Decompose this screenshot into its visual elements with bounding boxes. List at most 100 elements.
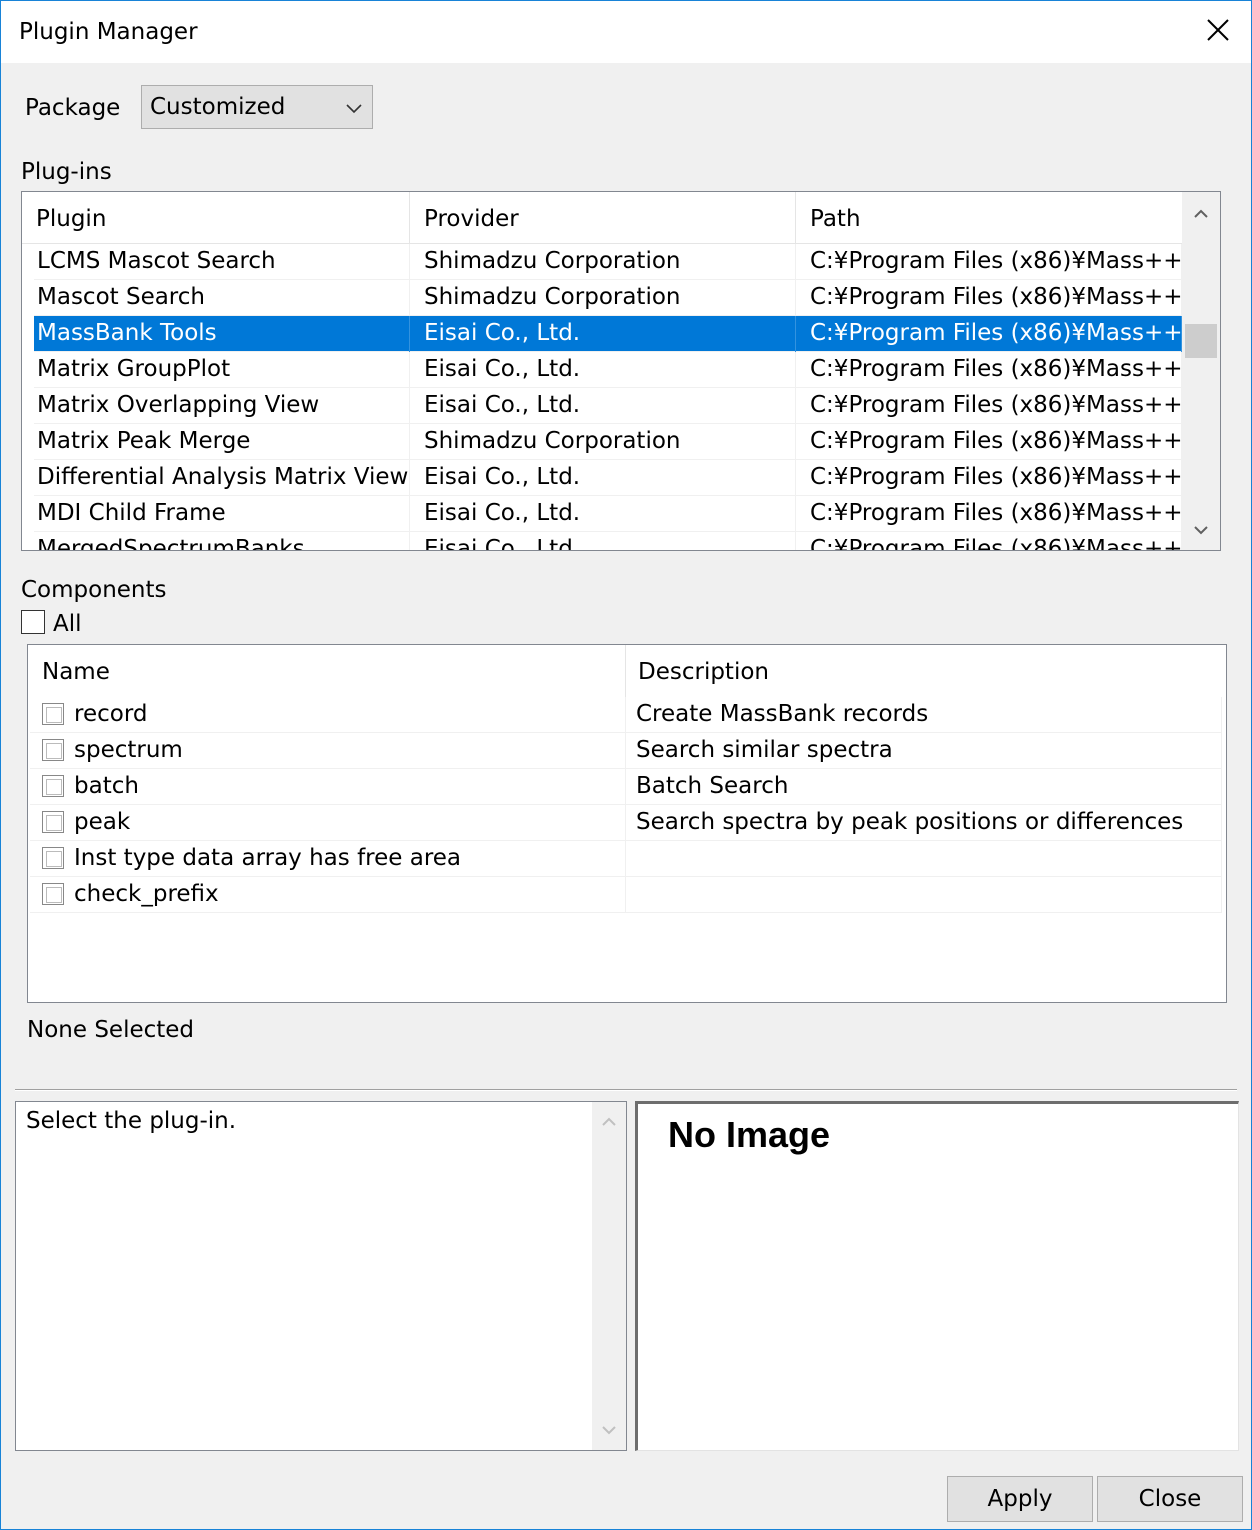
component-row[interactable]: check_prefix bbox=[30, 877, 1222, 913]
all-checkbox[interactable] bbox=[21, 610, 45, 634]
component-row[interactable]: spectrum Search similar spectra bbox=[30, 733, 1222, 769]
column-header-path[interactable]: Path bbox=[796, 192, 1182, 244]
column-header-name[interactable]: Name bbox=[28, 645, 626, 697]
component-checkbox[interactable] bbox=[42, 703, 64, 725]
plugin-provider-cell: Shimadzu Corporation bbox=[410, 280, 796, 316]
plugin-name-cell-text: Differential Analysis Matrix View bbox=[37, 464, 409, 490]
close-icon[interactable] bbox=[1203, 15, 1233, 45]
component-row[interactable]: batch Batch Search bbox=[30, 769, 1222, 805]
package-value: Customized bbox=[150, 94, 286, 120]
column-header-description-label: Description bbox=[638, 659, 769, 685]
plugin-provider-cell-text: Eisai Co., Ltd. bbox=[424, 392, 581, 418]
plugin-row[interactable]: MDI Child Frame Eisai Co., Ltd. C:¥Program… bbox=[34, 496, 1182, 532]
plugin-path-cell: C:¥Program Files (x86)¥Mass++... bbox=[796, 316, 1182, 352]
close-button-label: Close bbox=[1138, 1486, 1202, 1512]
plugin-name-cell: MassBank Tools bbox=[34, 316, 410, 352]
description-text: Select the plug-in. bbox=[26, 1108, 237, 1134]
component-name: peak bbox=[74, 809, 131, 835]
component-description-cell: Search spectra by peak positions or diff… bbox=[626, 805, 1222, 841]
plugin-path-cell: C:¥Program Files (x86)¥Mass++... bbox=[796, 352, 1182, 388]
components-label: Components bbox=[21, 577, 167, 603]
plugin-manager-window: Plugin Manager Package Customized Plug-i… bbox=[0, 0, 1252, 1530]
plugin-name-cell: Matrix Peak Merge bbox=[34, 424, 410, 460]
plugin-path-cell-text: C:¥Program Files (x86)¥Mass++... bbox=[810, 428, 1182, 454]
apply-button-label: Apply bbox=[987, 1486, 1053, 1512]
plugin-image-preview: No Image bbox=[635, 1101, 1239, 1451]
plugin-path-cell-text: C:¥Program Files (x86)¥Mass++... bbox=[810, 464, 1182, 490]
component-name-cell: peak bbox=[30, 805, 626, 841]
chevron-down-icon[interactable] bbox=[1191, 520, 1211, 540]
plugins-scrollbar[interactable] bbox=[1182, 192, 1220, 550]
component-checkbox[interactable] bbox=[42, 883, 64, 905]
component-name-cell: record bbox=[30, 697, 626, 733]
description-scrollbar[interactable] bbox=[592, 1102, 626, 1450]
plugins-scrollbar-thumb[interactable] bbox=[1185, 324, 1217, 358]
plugin-row[interactable]: Mascot Search Shimadzu Corporation C:¥Prog… bbox=[34, 280, 1182, 316]
component-name: Inst type data array has free area bbox=[74, 845, 462, 871]
chevron-down-icon[interactable] bbox=[599, 1420, 619, 1440]
plugin-provider-cell: Shimadzu Corporation bbox=[410, 424, 796, 460]
component-checkbox[interactable] bbox=[42, 739, 64, 761]
plugin-name-cell: MergedSpectrumBanks bbox=[34, 532, 410, 550]
plugin-provider-cell: Eisai Co., Ltd. bbox=[410, 532, 796, 550]
component-checkbox[interactable] bbox=[42, 775, 64, 797]
plugins-label: Plug-ins bbox=[21, 159, 112, 185]
component-row[interactable]: peak Search spectra by peak positions or … bbox=[30, 805, 1222, 841]
plugin-path-cell: C:¥Program Files (x86)¥Mass++... bbox=[796, 532, 1182, 550]
component-name: batch bbox=[74, 773, 139, 799]
plugin-row[interactable]: MergedSpectrumBanks Eisai Co., Ltd. C:¥Pro… bbox=[34, 532, 1182, 550]
plugin-name-cell-text: MergedSpectrumBanks bbox=[37, 536, 305, 550]
plugin-path-cell-text: C:¥Program Files (x86)¥Mass++... bbox=[810, 536, 1182, 550]
close-button[interactable]: Close bbox=[1097, 1476, 1243, 1522]
no-image-text: No Image bbox=[668, 1114, 831, 1155]
component-description-cell bbox=[626, 877, 1222, 913]
plugin-row[interactable]: Matrix GroupPlot Eisai Co., Ltd. C:¥Progra… bbox=[34, 352, 1182, 388]
plugin-name-cell: Differential Analysis Matrix View bbox=[34, 460, 410, 496]
plugin-name-cell-text: LCMS Mascot Search bbox=[37, 248, 276, 274]
component-name: spectrum bbox=[74, 737, 183, 763]
component-name: check_prefix bbox=[74, 881, 219, 907]
plugin-name-cell: Matrix GroupPlot bbox=[34, 352, 410, 388]
component-row[interactable]: Inst type data array has free area bbox=[30, 841, 1222, 877]
plugin-provider-cell: Eisai Co., Ltd. bbox=[410, 460, 796, 496]
plugin-row[interactable]: Differential Analysis Matrix View Eisai C… bbox=[34, 460, 1182, 496]
component-name-cell: Inst type data array has free area bbox=[30, 841, 626, 877]
plugin-path-cell: C:¥Program Files (x86)¥Mass++... bbox=[796, 460, 1182, 496]
column-header-provider[interactable]: Provider bbox=[410, 192, 796, 244]
plugin-row[interactable]: LCMS Mascot Search Shimadzu Corporation C:… bbox=[34, 244, 1182, 280]
plugins-list-body: Plugin Provider Path LCMS Mascot Search S… bbox=[22, 192, 1182, 550]
components-list[interactable]: Name Description record Create MassBank r… bbox=[27, 644, 1227, 1003]
window-title: Plugin Manager bbox=[19, 19, 198, 45]
plugin-row[interactable]: Matrix Overlapping View Eisai Co., Ltd. C:… bbox=[34, 388, 1182, 424]
plugin-path-cell-text: C:¥Program Files (x86)¥Mass++... bbox=[810, 320, 1182, 346]
component-checkbox[interactable] bbox=[42, 847, 64, 869]
column-header-plugin[interactable]: Plugin bbox=[22, 192, 410, 244]
plugin-provider-cell-text: Shimadzu Corporation bbox=[424, 248, 681, 274]
plugin-name-cell-text: MDI Child Frame bbox=[37, 500, 226, 526]
all-checkbox-label: All bbox=[53, 611, 82, 637]
plugin-row[interactable]: Matrix Peak Merge Shimadzu Corporation C:¥… bbox=[34, 424, 1182, 460]
component-row[interactable]: record Create MassBank records bbox=[30, 697, 1222, 733]
plugins-list[interactable]: Plugin Provider Path LCMS Mascot Search S… bbox=[21, 191, 1221, 551]
plugin-path-cell: C:¥Program Files (x86)¥Mass++... bbox=[796, 280, 1182, 316]
plugin-provider-cell-text: Shimadzu Corporation bbox=[424, 428, 681, 454]
column-header-description[interactable]: Description bbox=[626, 645, 1224, 697]
component-checkbox[interactable] bbox=[42, 811, 64, 833]
apply-button[interactable]: Apply bbox=[947, 1476, 1093, 1522]
chevron-up-icon[interactable] bbox=[599, 1112, 619, 1132]
plugin-path-cell-text: C:¥Program Files (x86)¥Mass++... bbox=[810, 500, 1182, 526]
plugin-provider-cell: Eisai Co., Ltd. bbox=[410, 496, 796, 532]
component-name-cell: check_prefix bbox=[30, 877, 626, 913]
plugin-row[interactable]: MassBank Tools Eisai Co., Ltd. C:¥Program … bbox=[34, 316, 1182, 352]
component-description-cell: Search similar spectra bbox=[626, 733, 1222, 769]
component-description: Create MassBank records bbox=[636, 701, 929, 727]
component-name-cell: spectrum bbox=[30, 733, 626, 769]
plugin-name-cell: LCMS Mascot Search bbox=[34, 244, 410, 280]
component-name: record bbox=[74, 701, 148, 727]
chevron-up-icon[interactable] bbox=[1191, 204, 1211, 224]
column-header-provider-label: Provider bbox=[424, 206, 519, 232]
description-textbox[interactable]: Select the plug-in. bbox=[15, 1101, 627, 1451]
chevron-down-icon bbox=[346, 104, 362, 114]
plugin-name-cell: Matrix Overlapping View bbox=[34, 388, 410, 424]
package-dropdown[interactable]: Customized bbox=[141, 85, 373, 129]
